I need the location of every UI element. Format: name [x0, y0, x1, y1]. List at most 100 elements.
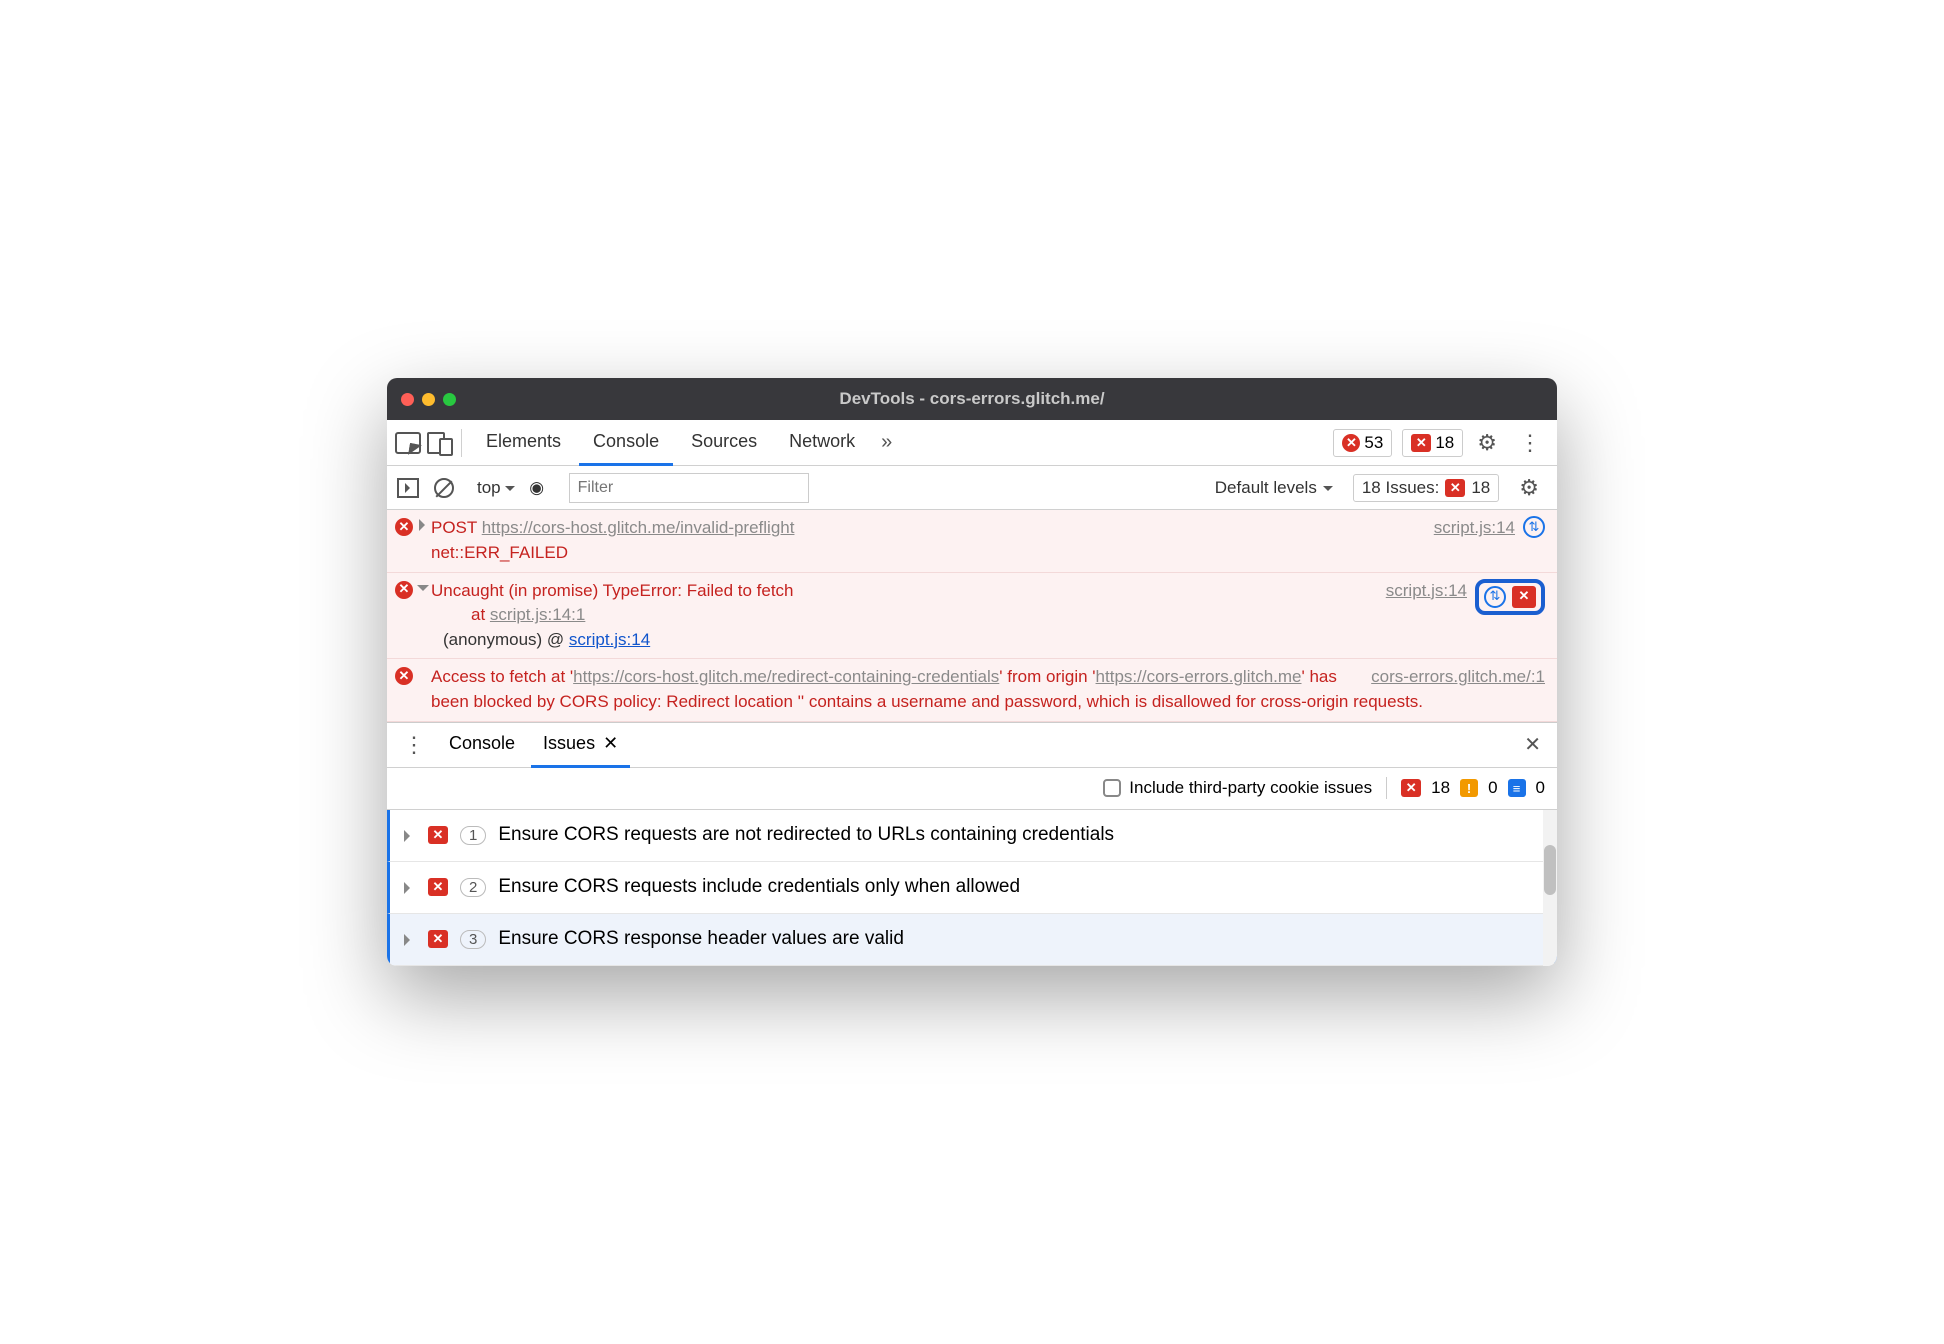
context-selector[interactable]: top: [477, 478, 515, 498]
tab-elements[interactable]: Elements: [472, 420, 575, 466]
maximize-window-button[interactable]: [443, 393, 456, 406]
issue-icon: ✕: [428, 878, 448, 896]
window-controls: [401, 393, 456, 406]
levels-label: Default levels: [1215, 478, 1317, 498]
stack-link[interactable]: script.js:14:1: [490, 605, 585, 624]
close-window-button[interactable]: [401, 393, 414, 406]
cors-origin[interactable]: https://cors-errors.glitch.me: [1096, 667, 1302, 686]
expand-arrow-icon[interactable]: [404, 882, 416, 894]
scrollbar[interactable]: [1543, 810, 1557, 966]
device-toggle-button[interactable]: [425, 430, 451, 456]
issue-count: 18: [1435, 433, 1454, 453]
error-icon: ✕: [395, 667, 413, 685]
tab-network[interactable]: Network: [775, 420, 869, 466]
tab-sources[interactable]: Sources: [677, 420, 771, 466]
expand-arrow-icon[interactable]: [404, 934, 416, 946]
console-toolbar: top ◉ Default levels 18 Issues: ✕ 18 ⚙: [387, 466, 1557, 510]
settings-button[interactable]: ⚙: [1467, 430, 1507, 456]
error-count-badge[interactable]: ✕ 53: [1333, 429, 1392, 457]
main-toolbar: Elements Console Sources Network » ✕ 53 …: [387, 420, 1557, 466]
close-drawer-button[interactable]: ✕: [1516, 732, 1549, 757]
log-levels-selector[interactable]: Default levels: [1215, 478, 1333, 498]
checkbox-icon: [1103, 779, 1121, 797]
issue-counts: ✕18 !0 ≡0: [1401, 778, 1545, 798]
error-count: 53: [1364, 433, 1383, 453]
issue-row[interactable]: ✕ 3 Ensure CORS response header values a…: [387, 914, 1557, 966]
stack-link[interactable]: script.js:14: [569, 630, 650, 649]
expand-arrow-icon[interactable]: [404, 830, 416, 842]
issue-title: Ensure CORS requests are not redirected …: [498, 824, 1114, 846]
clear-console-button[interactable]: [431, 475, 457, 501]
request-url[interactable]: https://cors-host.glitch.me/invalid-pref…: [482, 518, 795, 537]
console-error-row[interactable]: ✕ Uncaught (in promise) TypeError: Faile…: [387, 573, 1557, 660]
issue-row[interactable]: ✕ 1 Ensure CORS requests are not redirec…: [387, 810, 1557, 862]
error-headline: Uncaught (in promise) TypeError: Failed …: [431, 581, 794, 600]
chevron-down-icon: [1323, 486, 1333, 496]
issue-row[interactable]: ✕ 2 Ensure CORS requests include credent…: [387, 862, 1557, 914]
issue-icon: ✕: [1411, 434, 1431, 452]
minimize-window-button[interactable]: [422, 393, 435, 406]
context-label: top: [477, 478, 501, 498]
warning-icon: !: [1460, 779, 1478, 797]
issue-title: Ensure CORS response header values are v…: [498, 928, 904, 950]
console-settings-button[interactable]: ⚙: [1509, 475, 1549, 501]
error-icon: ✕: [1342, 434, 1360, 452]
info-icon: ≡: [1508, 779, 1526, 797]
expand-arrow-icon[interactable]: [419, 519, 431, 531]
issue-icon: ✕: [428, 930, 448, 948]
source-link[interactable]: script.js:14: [1434, 516, 1515, 565]
issues-count-badge[interactable]: ✕ 18: [1402, 429, 1463, 457]
drawer-tab-console[interactable]: Console: [437, 722, 527, 768]
console-error-row[interactable]: ✕ cors-errors.glitch.me/:1 Access to fet…: [387, 659, 1557, 721]
drawer-menu-button[interactable]: ⋮: [395, 732, 433, 758]
more-options-button[interactable]: ⋮: [1511, 430, 1549, 456]
anon-label: (anonymous) @: [443, 630, 569, 649]
issues-summary[interactable]: 18 Issues: ✕ 18: [1353, 474, 1499, 502]
drawer-tab-issues[interactable]: Issues✕: [531, 722, 630, 768]
issue-icon: ✕: [1445, 479, 1465, 497]
chevron-down-icon: [505, 486, 515, 496]
titlebar: DevTools - cors-errors.glitch.me/: [387, 378, 1557, 420]
divider: [461, 429, 462, 457]
tab-console[interactable]: Console: [579, 420, 673, 466]
source-link[interactable]: cors-errors.glitch.me/:1: [1371, 665, 1545, 690]
live-expression-button[interactable]: ◉: [525, 478, 549, 498]
issues-list: ✕ 1 Ensure CORS requests are not redirec…: [387, 810, 1557, 966]
request-icon[interactable]: ⇅: [1484, 586, 1506, 608]
issues-toolbar: Include third-party cookie issues ✕18 !0…: [387, 768, 1557, 810]
highlighted-icons: ⇅ ✕: [1475, 579, 1545, 615]
console-error-row[interactable]: ✕ POST https://cors-host.glitch.me/inval…: [387, 510, 1557, 572]
window-title: DevTools - cors-errors.glitch.me/: [387, 389, 1557, 409]
filter-input[interactable]: [569, 473, 809, 503]
console-messages: ✕ POST https://cors-host.glitch.me/inval…: [387, 510, 1557, 721]
issue-icon: ✕: [428, 826, 448, 844]
issues-label: 18 Issues:: [1362, 478, 1440, 498]
at-label: at: [471, 605, 490, 624]
close-tab-icon[interactable]: ✕: [603, 733, 618, 754]
issue-count-pill: 3: [460, 930, 486, 949]
issues-number: 18: [1471, 478, 1490, 498]
toggle-sidebar-button[interactable]: [395, 475, 421, 501]
info-count: 0: [1536, 778, 1545, 798]
cors-text-b: ' from origin ': [999, 667, 1095, 686]
error-code: net::ERR_FAILED: [431, 543, 568, 562]
request-icon[interactable]: ⇅: [1523, 516, 1545, 538]
issue-count-pill: 1: [460, 826, 486, 845]
cors-text-a: Access to fetch at ': [431, 667, 573, 686]
include-label: Include third-party cookie issues: [1129, 778, 1372, 798]
include-thirdparty-toggle[interactable]: Include third-party cookie issues: [1103, 778, 1372, 798]
drawer-tabbar: ⋮ Console Issues✕ ✕: [387, 722, 1557, 768]
source-link[interactable]: script.js:14: [1386, 579, 1467, 653]
more-tabs-button[interactable]: »: [873, 431, 900, 454]
issue-count-pill: 2: [460, 878, 486, 897]
inspect-element-button[interactable]: [395, 430, 421, 456]
warn-count: 0: [1488, 778, 1497, 798]
cors-url[interactable]: https://cors-host.glitch.me/redirect-con…: [573, 667, 999, 686]
error-icon: ✕: [395, 581, 413, 599]
issue-icon[interactable]: ✕: [1512, 586, 1536, 608]
http-method: POST: [431, 518, 477, 537]
error-icon: ✕: [395, 518, 413, 536]
issue-icon: ✕: [1401, 779, 1421, 797]
issue-title: Ensure CORS requests include credentials…: [498, 876, 1020, 898]
collapse-arrow-icon[interactable]: [417, 585, 429, 597]
